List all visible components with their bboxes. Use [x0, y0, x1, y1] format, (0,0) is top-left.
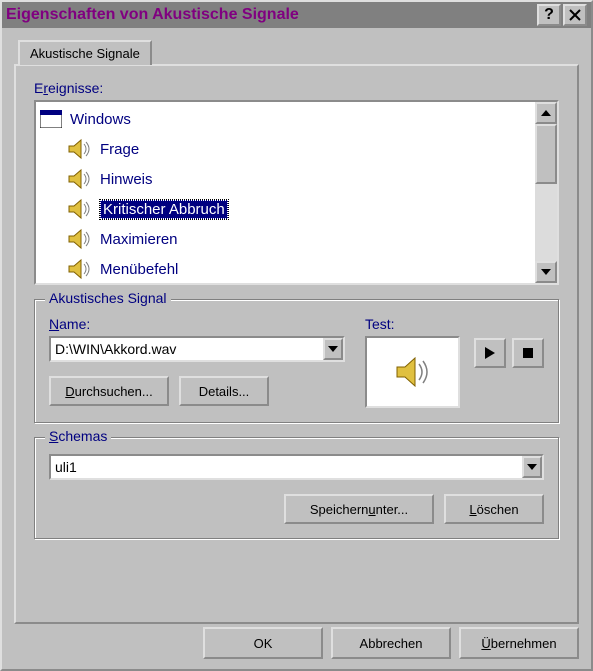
sound-name-dropdown[interactable] [323, 338, 343, 360]
dialog-body: Akustische Signale Ereignisse: Windows F… [2, 28, 591, 624]
tree-root-label: Windows [70, 111, 131, 128]
speaker-icon [66, 138, 92, 160]
scroll-thumb[interactable] [535, 124, 557, 184]
tree-item-label: Maximieren [100, 231, 178, 248]
delete-button[interactable]: Löschen [444, 494, 544, 524]
cancel-button[interactable]: Abbrechen [331, 627, 451, 659]
help-button[interactable]: ? [537, 4, 561, 26]
test-label: Test: [365, 316, 460, 332]
speaker-icon [66, 258, 92, 280]
events-tree-list[interactable]: Windows Frage Hinweis Kritischer Abbruch [36, 102, 535, 283]
schema-input[interactable] [51, 456, 522, 478]
tree-item-label: Hinweis [100, 171, 153, 188]
events-tree: Windows Frage Hinweis Kritischer Abbruch [34, 100, 559, 285]
tree-item-label: Menübefehl [100, 261, 178, 278]
chevron-down-icon [527, 464, 537, 470]
tree-item[interactable]: Maximieren [36, 224, 535, 254]
signal-group-label: Akustisches Signal [45, 290, 171, 306]
close-button[interactable] [563, 4, 587, 26]
schema-dropdown[interactable] [522, 456, 542, 478]
schema-combo[interactable] [49, 454, 544, 480]
stop-icon [523, 348, 533, 358]
events-label: Ereignisse: [34, 80, 559, 96]
titlebar-text: Eigenschaften von Akustische Signale [6, 6, 535, 24]
chevron-down-icon [328, 346, 338, 352]
tree-item-label: Frage [100, 141, 139, 158]
signal-group: Akustisches Signal Name: [34, 299, 559, 423]
chevron-down-icon [541, 269, 551, 275]
tree-item[interactable]: Hinweis [36, 164, 535, 194]
play-icon [485, 347, 495, 359]
dialog-window: Eigenschaften von Akustische Signale ? A… [0, 0, 593, 671]
apply-button[interactable]: Übernehmen [459, 627, 579, 659]
play-button[interactable] [474, 338, 506, 368]
schemas-group: Schemas Speichern unter... Löschen [34, 437, 559, 539]
scroll-up-button[interactable] [535, 102, 557, 124]
scrollbar[interactable] [535, 102, 557, 283]
sound-name-input[interactable] [51, 338, 323, 360]
speaker-icon [66, 198, 92, 220]
speaker-icon [393, 355, 433, 389]
sound-name-combo[interactable] [49, 336, 345, 362]
windows-icon [40, 110, 62, 128]
titlebar: Eigenschaften von Akustische Signale ? [2, 2, 591, 28]
close-icon [569, 9, 581, 21]
save-as-button[interactable]: Speichern unter... [284, 494, 434, 524]
scroll-down-button[interactable] [535, 261, 557, 283]
schemas-group-label: Schemas [45, 428, 111, 444]
tree-root[interactable]: Windows [36, 104, 535, 134]
tree-item-label: Kritischer Abbruch [100, 200, 228, 219]
speaker-icon [66, 228, 92, 250]
chevron-up-icon [541, 110, 551, 116]
scroll-track[interactable] [535, 184, 557, 261]
tree-item[interactable]: Frage [36, 134, 535, 164]
details-button[interactable]: Details... [179, 376, 269, 406]
tree-item[interactable]: Menübefehl [36, 254, 535, 283]
dialog-footer: OK Abbrechen Übernehmen [203, 627, 579, 659]
name-label: Name: [49, 316, 345, 332]
tab-panel: Ereignisse: Windows Frage Hinweis [14, 64, 579, 624]
ok-button[interactable]: OK [203, 627, 323, 659]
browse-button[interactable]: Durchsuchen... [49, 376, 169, 406]
tab-sounds[interactable]: Akustische Signale [18, 40, 152, 65]
preview-box [365, 336, 460, 408]
tree-item-selected[interactable]: Kritischer Abbruch [36, 194, 535, 224]
speaker-icon [66, 168, 92, 190]
tab-row: Akustische Signale [14, 40, 579, 66]
stop-button[interactable] [512, 338, 544, 368]
